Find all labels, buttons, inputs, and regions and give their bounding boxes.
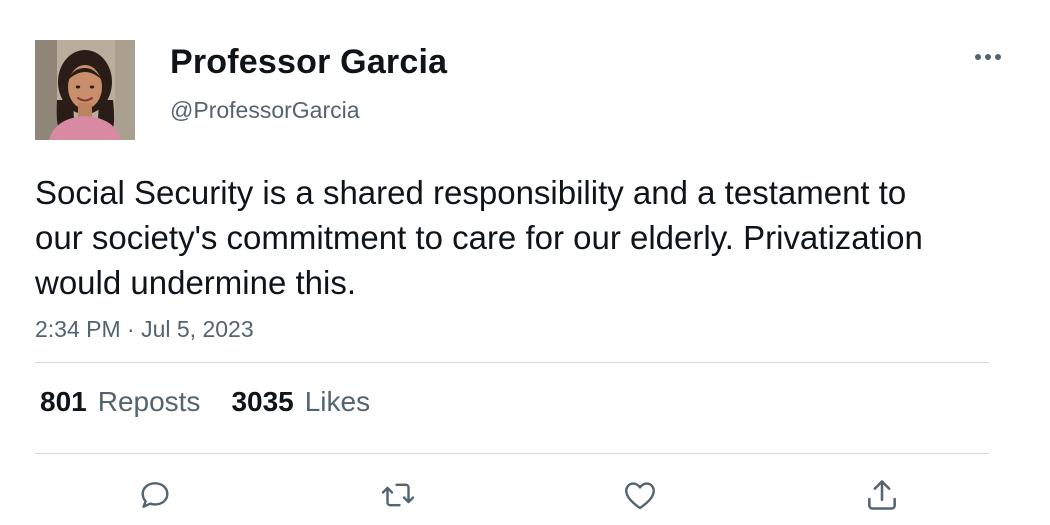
tweet-action-bar [0,471,1050,519]
avatar-image [35,40,135,140]
tweet-text: Social Security is a shared responsibili… [35,174,923,301]
divider [35,362,989,363]
share-icon [868,480,896,510]
reposts-label: Reposts [97,386,201,417]
heart-icon [625,482,655,510]
likes-count: 3035 [231,386,294,417]
tweet-timestamp[interactable]: 2:34 PM · Jul 5, 2023 [35,316,254,343]
likes-stat[interactable]: 3035 Likes [231,386,370,418]
divider [35,453,989,454]
more-options-button[interactable] [966,40,1010,74]
like-button[interactable] [616,471,664,519]
tweet-stats: 801 Reposts 3035 Likes [40,386,370,418]
repost-icon [381,483,415,507]
reposts-stat[interactable]: 801 Reposts [40,386,200,418]
tweet-card: Professor Garcia @ProfessorGarcia Social… [0,0,1050,525]
author-handle[interactable]: @ProfessorGarcia [170,97,360,124]
reply-button[interactable] [131,471,179,519]
share-button[interactable] [858,471,906,519]
reposts-count: 801 [40,386,87,417]
more-horizontal-icon [975,54,1001,60]
reply-icon [141,482,169,508]
likes-label: Likes [304,386,371,417]
avatar[interactable] [35,40,135,140]
author-display-name[interactable]: Professor Garcia [170,43,447,82]
repost-button[interactable] [374,471,422,519]
